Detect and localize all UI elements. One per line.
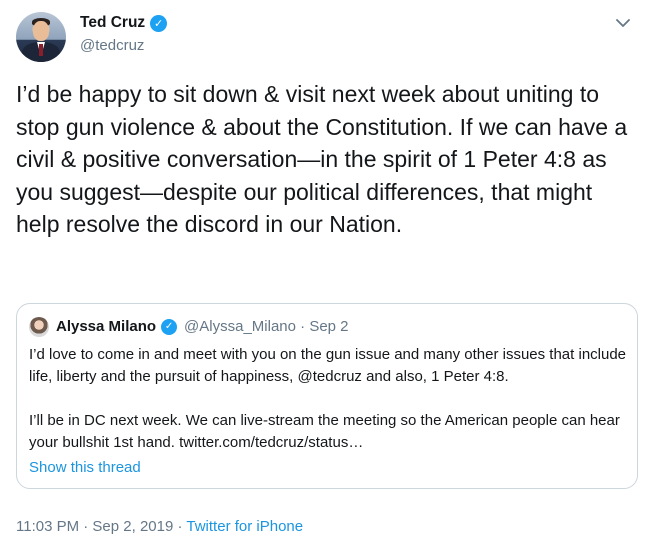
tweet-timestamp[interactable]: 11:03 PM · Sep 2, 2019 — [16, 518, 173, 535]
quoted-author-handle-date: @Alyssa_Milano · Sep 2 — [184, 318, 349, 335]
quoted-tweet-paragraph: I’d love to come in and meet with you on… — [29, 346, 627, 385]
tweet-text: I’d be happy to sit down & visit next we… — [16, 81, 628, 237]
tweet-source-link[interactable]: Twitter for iPhone — [186, 518, 303, 535]
quoted-author-name[interactable]: Alyssa Milano — [56, 318, 156, 335]
verified-badge-icon: ✓ — [161, 318, 178, 335]
quoted-tweet-paragraph: I’ll be in DC next week. We can live-str… — [29, 412, 620, 451]
author-name[interactable]: Ted Cruz ✓ — [80, 14, 168, 32]
quoted-tweet-text: I’d love to come in and meet with you on… — [29, 344, 629, 454]
tweet-meta: 11:03 PM · Sep 2, 2019 · Twitter for iPh… — [16, 518, 303, 535]
quoted-author-avatar[interactable] — [29, 317, 49, 337]
meta-separator: · — [173, 518, 187, 535]
quoted-tweet-header: Alyssa Milano ✓ @Alyssa_Milano · Sep 2 — [56, 318, 349, 335]
avatar-face — [33, 21, 49, 41]
verified-badge-icon: ✓ — [150, 14, 168, 32]
avatar-tie — [39, 44, 43, 56]
author-handle[interactable]: @tedcruz — [80, 37, 144, 54]
author-name-text[interactable]: Ted Cruz — [80, 14, 145, 32]
show-thread-link[interactable]: Show this thread — [29, 459, 141, 476]
quoted-tweet[interactable]: Alyssa Milano ✓ @Alyssa_Milano · Sep 2 I… — [16, 303, 638, 489]
tweet: Ted Cruz ✓ @tedcruz I’d be happy to sit … — [0, 0, 650, 548]
author-avatar[interactable] — [16, 12, 66, 62]
chevron-down-icon-svg — [616, 19, 630, 27]
chevron-down-icon[interactable] — [614, 14, 632, 32]
